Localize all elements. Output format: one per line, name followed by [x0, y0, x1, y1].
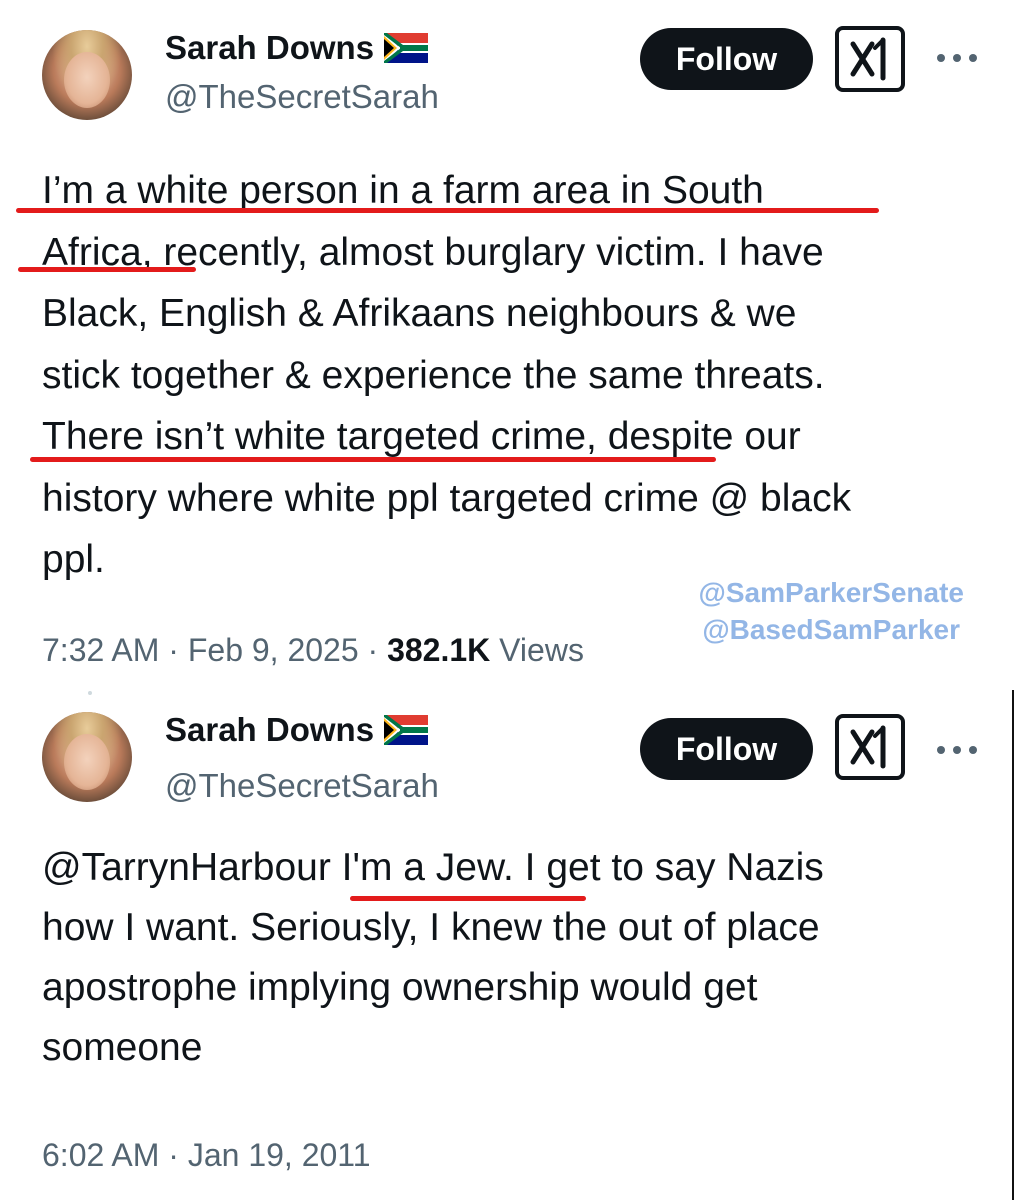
more-options-button[interactable] [935, 740, 979, 760]
more-options-icon [937, 54, 977, 62]
more-options-icon [937, 746, 977, 754]
avatar[interactable] [42, 712, 132, 802]
red-underline-annotation [350, 896, 586, 901]
views-count: 382.1K [387, 632, 491, 668]
avatar-face [64, 52, 110, 108]
watermark-line: @SamParkerSenate [698, 577, 964, 608]
tweet-text: @TarrynHarbour I'm a Jew. I get to say N… [42, 838, 982, 1078]
meta-separator: · [159, 1137, 188, 1173]
tweet-meta: 7:32 AM · Feb 9, 2025 · 382.1K Views [42, 630, 584, 670]
south-africa-flag-icon [384, 33, 429, 63]
follow-button[interactable]: Follow [640, 28, 813, 90]
meta-separator: · [358, 632, 388, 668]
tweet-time[interactable]: 6:02 AM [42, 1137, 159, 1173]
grok-icon [850, 725, 886, 769]
tweet-date[interactable]: Jan 19, 2011 [188, 1137, 371, 1173]
red-underline-annotation [30, 457, 716, 462]
follow-button[interactable]: Follow [640, 718, 813, 780]
tweet-date[interactable]: Feb 9, 2025 [188, 632, 359, 668]
red-underline-annotation [18, 267, 196, 272]
tweet-text-line: Africa, recently, almost burglary victim… [42, 230, 824, 274]
avatar[interactable] [42, 30, 132, 120]
tweet-text-line: history where white ppl targeted crime @… [42, 476, 852, 520]
more-options-button[interactable] [935, 48, 979, 68]
tweet-text-line: Black, English & Afrikaans neighbours & … [42, 292, 797, 335]
author-name-row: Sarah Downs [165, 28, 429, 68]
tweet-time[interactable]: 7:32 AM [42, 632, 159, 668]
tweet-text-line: how I want. Seriously, I knew the out of… [42, 906, 820, 949]
views-label: Views [499, 632, 584, 668]
tweet-meta: 6:02 AM · Jan 19, 2011 [42, 1135, 371, 1175]
grok-icon [850, 37, 886, 81]
tweet-text-line: someone [42, 1026, 203, 1069]
tweet-text-line: apostrophe implying ownership would get [42, 966, 758, 1009]
grok-button[interactable] [835, 714, 905, 780]
tweet-text: I’m a white person in a farm area in Sou… [42, 160, 982, 591]
watermark-line: @BasedSamParker [702, 614, 960, 645]
meta-separator: · [159, 632, 188, 668]
red-underline-annotation [16, 208, 879, 213]
south-africa-flag-icon [384, 715, 429, 745]
author-name-row: Sarah Downs [165, 710, 429, 750]
tweet-card: Sarah Downs @TheSecretSarah Follow [0, 690, 1020, 1200]
user-handle[interactable]: @TheSecretSarah [165, 766, 439, 806]
grok-button[interactable] [835, 26, 905, 92]
display-name[interactable]: Sarah Downs [165, 710, 374, 750]
display-name[interactable]: Sarah Downs [165, 28, 374, 68]
tweet-text-line: @TarrynHarbour I'm a Jew. I get to say N… [42, 846, 824, 889]
tweet-text-line: stick together & experience the same thr… [42, 353, 825, 397]
avatar-face [64, 734, 110, 790]
user-handle[interactable]: @TheSecretSarah [165, 77, 439, 117]
